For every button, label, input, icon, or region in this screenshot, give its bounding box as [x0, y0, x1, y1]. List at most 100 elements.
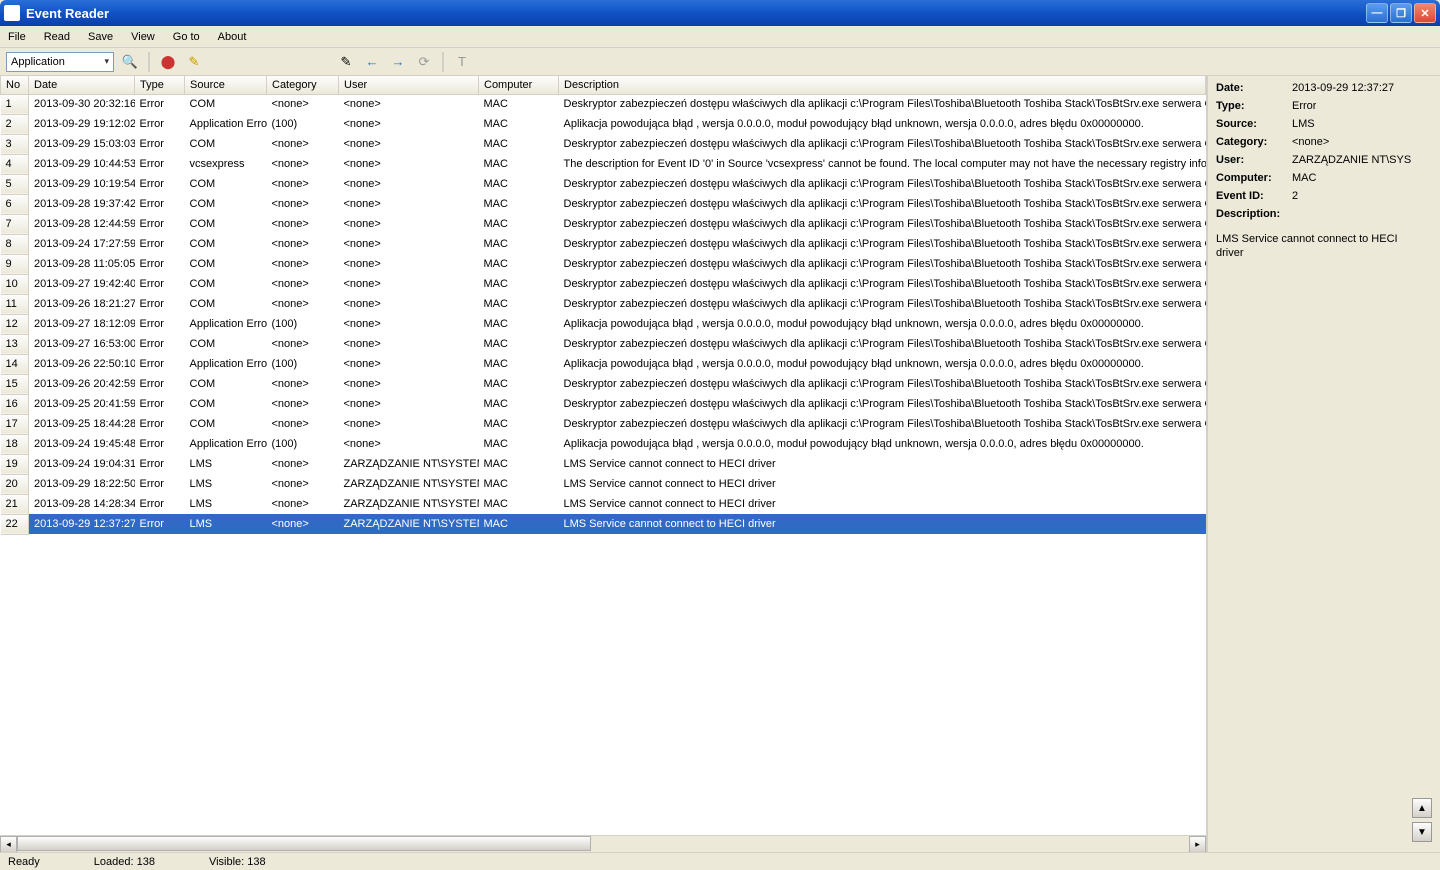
table-row[interactable]: 82013-09-24 17:27:59ErrorCOM<none><none>…	[1, 234, 1206, 254]
scroll-track[interactable]	[17, 836, 1189, 852]
cell-no: 7	[1, 214, 29, 234]
horizontal-scrollbar[interactable]: ◂ ▸	[0, 835, 1206, 852]
cell-category: <none>	[267, 254, 339, 274]
cell-desc: Deskryptor zabezpieczeń dostępu właściwy…	[559, 234, 1206, 254]
table-row[interactable]: 142013-09-26 22:50:10ErrorApplication Er…	[1, 354, 1206, 374]
text-icon[interactable]: T	[452, 52, 472, 72]
maximize-button[interactable]: ❐	[1390, 3, 1412, 23]
table-row[interactable]: 112013-09-26 18:21:27ErrorCOM<none><none…	[1, 294, 1206, 314]
scroll-thumb[interactable]	[17, 836, 591, 851]
cell-source: COM	[185, 174, 267, 194]
cell-category: <none>	[267, 94, 339, 114]
detail-type-label: Type:	[1216, 100, 1292, 112]
cell-desc: LMS Service cannot connect to HECI drive…	[559, 514, 1206, 534]
menu-view[interactable]: View	[131, 31, 155, 43]
brush-icon[interactable]: ✎	[184, 52, 204, 72]
cell-user: <none>	[339, 214, 479, 234]
detail-description-label: Description:	[1216, 208, 1292, 220]
detail-category-label: Category:	[1216, 136, 1292, 148]
cell-source: vcsexpress	[185, 154, 267, 174]
close-button[interactable]: ✕	[1414, 3, 1436, 23]
cell-user: <none>	[339, 114, 479, 134]
find-icon[interactable]: ✎	[336, 52, 356, 72]
table-row[interactable]: 102013-09-27 19:42:40ErrorCOM<none><none…	[1, 274, 1206, 294]
column-header[interactable]: Category	[267, 76, 339, 94]
cell-date: 2013-09-29 10:19:54	[29, 174, 135, 194]
cell-desc: Aplikacja powodująca błąd , wersja 0.0.0…	[559, 314, 1206, 334]
cell-date: 2013-09-26 18:21:27	[29, 294, 135, 314]
table-row[interactable]: 32013-09-29 15:03:03ErrorCOM<none><none>…	[1, 134, 1206, 154]
table-row[interactable]: 62013-09-28 19:37:42ErrorCOM<none><none>…	[1, 194, 1206, 214]
window-title: Event Reader	[26, 6, 1366, 21]
table-row[interactable]: 122013-09-27 18:12:09ErrorApplication Er…	[1, 314, 1206, 334]
cell-desc: Deskryptor zabezpieczeń dostępu właściwy…	[559, 214, 1206, 234]
refresh-icon[interactable]: ⟳	[414, 52, 434, 72]
toolbar: Application ▾ 🔍 ⬤ ✎ ✎ ← → ⟳ T	[0, 48, 1440, 76]
table-row[interactable]: 22013-09-29 19:12:02ErrorApplication Err…	[1, 114, 1206, 134]
table-row[interactable]: 192013-09-24 19:04:31ErrorLMS<none>ZARZĄ…	[1, 454, 1206, 474]
cell-user: <none>	[339, 234, 479, 254]
menu-save[interactable]: Save	[88, 31, 113, 43]
cell-no: 18	[1, 434, 29, 454]
cell-user: ZARZĄDZANIE NT\SYSTEM	[339, 474, 479, 494]
table-row[interactable]: 182013-09-24 19:45:48ErrorApplication Er…	[1, 434, 1206, 454]
table-row[interactable]: 52013-09-29 10:19:54ErrorCOM<none><none>…	[1, 174, 1206, 194]
scroll-right-button[interactable]: ▸	[1189, 836, 1206, 853]
table-row[interactable]: 202013-09-29 18:22:50ErrorLMS<none>ZARZĄ…	[1, 474, 1206, 494]
prev-event-button[interactable]: ▲	[1412, 798, 1432, 818]
cell-desc: Deskryptor zabezpieczeń dostępu właściwy…	[559, 194, 1206, 214]
zoom-icon[interactable]: 🔍	[120, 52, 140, 72]
next-event-button[interactable]: ▼	[1412, 822, 1432, 842]
column-header[interactable]: Description	[559, 76, 1206, 94]
table-row[interactable]: 222013-09-29 12:37:27ErrorLMS<none>ZARZĄ…	[1, 514, 1206, 534]
back-icon[interactable]: ←	[362, 52, 382, 72]
cell-date: 2013-09-27 18:12:09	[29, 314, 135, 334]
cell-date: 2013-09-28 11:05:05	[29, 254, 135, 274]
cell-user: <none>	[339, 254, 479, 274]
column-header[interactable]: Source	[185, 76, 267, 94]
detail-date-label: Date:	[1216, 82, 1292, 94]
cell-source: LMS	[185, 474, 267, 494]
table-row[interactable]: 132013-09-27 16:53:00ErrorCOM<none><none…	[1, 334, 1206, 354]
cell-type: Error	[135, 474, 185, 494]
column-header[interactable]: Computer	[479, 76, 559, 94]
cell-computer: MAC	[479, 514, 559, 534]
cell-user: <none>	[339, 414, 479, 434]
forward-icon[interactable]: →	[388, 52, 408, 72]
menu-file[interactable]: File	[8, 31, 26, 43]
log-selector[interactable]: Application ▾	[6, 52, 114, 72]
cell-computer: MAC	[479, 254, 559, 274]
column-header[interactable]: Type	[135, 76, 185, 94]
cell-category: <none>	[267, 474, 339, 494]
column-header[interactable]: No	[1, 76, 29, 94]
cell-user: <none>	[339, 434, 479, 454]
cell-user: <none>	[339, 334, 479, 354]
cell-source: COM	[185, 394, 267, 414]
table-row[interactable]: 162013-09-25 20:41:59ErrorCOM<none><none…	[1, 394, 1206, 414]
table-row[interactable]: 92013-09-28 11:05:05ErrorCOM<none><none>…	[1, 254, 1206, 274]
cell-user: <none>	[339, 394, 479, 414]
table-row[interactable]: 152013-09-26 20:42:59ErrorCOM<none><none…	[1, 374, 1206, 394]
table-row[interactable]: 12013-09-30 20:32:16ErrorCOM<none><none>…	[1, 94, 1206, 114]
menu-about[interactable]: About	[218, 31, 247, 43]
minimize-button[interactable]: —	[1366, 3, 1388, 23]
table-row[interactable]: 172013-09-25 18:44:28ErrorCOM<none><none…	[1, 414, 1206, 434]
cell-user: <none>	[339, 354, 479, 374]
table-row[interactable]: 212013-09-28 14:28:34ErrorLMS<none>ZARZĄ…	[1, 494, 1206, 514]
status-loaded: Loaded: 138	[94, 856, 155, 868]
menu-read[interactable]: Read	[44, 31, 70, 43]
scroll-left-button[interactable]: ◂	[0, 836, 17, 853]
table-row[interactable]: 72013-09-28 12:44:59ErrorCOM<none><none>…	[1, 214, 1206, 234]
cell-date: 2013-09-24 19:45:48	[29, 434, 135, 454]
cell-computer: MAC	[479, 294, 559, 314]
cell-desc: LMS Service cannot connect to HECI drive…	[559, 474, 1206, 494]
detail-category-value: <none>	[1292, 136, 1329, 148]
cell-no: 21	[1, 494, 29, 514]
menu-goto[interactable]: Go to	[173, 31, 200, 43]
cell-computer: MAC	[479, 134, 559, 154]
column-header[interactable]: Date	[29, 76, 135, 94]
table-row[interactable]: 42013-09-29 10:44:53Errorvcsexpress<none…	[1, 154, 1206, 174]
column-header[interactable]: User	[339, 76, 479, 94]
cell-no: 13	[1, 334, 29, 354]
colors-icon[interactable]: ⬤	[158, 52, 178, 72]
